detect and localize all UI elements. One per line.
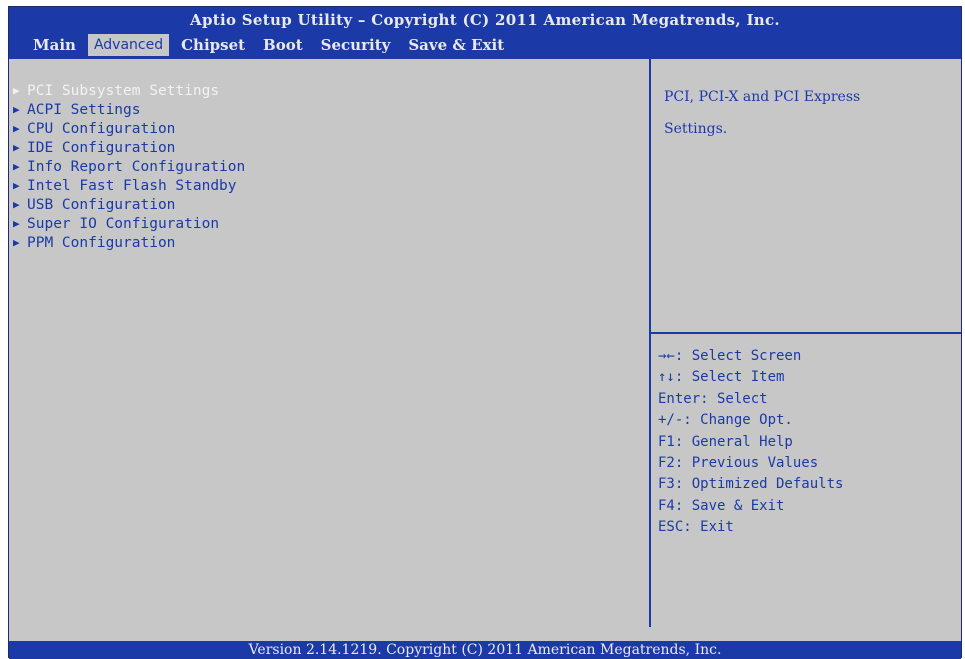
menu-item-super-io-configuration[interactable]: ▶ Super IO Configuration — [13, 214, 245, 233]
menu-item-label: PCI Subsystem Settings — [27, 82, 220, 99]
submenu-arrow-icon: ▶ — [13, 103, 20, 116]
key-hint-general-help: F1: General Help — [658, 433, 793, 450]
submenu-arrow-icon: ▶ — [13, 236, 20, 249]
tab-main[interactable]: Main — [27, 34, 82, 56]
menu-item-acpi-settings[interactable]: ▶ ACPI Settings — [13, 100, 245, 119]
key-hint-change-opt: +/-: Change Opt. — [658, 412, 793, 429]
version-text: Version 2.14.1219. Copyright (C) 2011 Am… — [248, 642, 722, 658]
tab-boot[interactable]: Boot — [257, 34, 309, 56]
menu-item-label: Info Report Configuration — [27, 158, 246, 175]
help-text: PCI, PCI-X and PCI Express Settings. — [664, 81, 954, 145]
header-bar: Aptio Setup Utility – Copyright (C) 2011… — [9, 7, 961, 59]
menu-item-label: Super IO Configuration — [27, 215, 220, 232]
menu-item-pci-subsystem-settings[interactable]: ▶ PCI Subsystem Settings — [13, 81, 245, 100]
submenu-arrow-icon: ▶ — [13, 198, 20, 211]
key-hint-save-exit: F4: Save & Exit — [658, 497, 785, 514]
key-hint-select-item: ↑↓: Select Item — [658, 369, 785, 386]
menu-item-label: IDE Configuration — [27, 139, 176, 156]
menu-item-label: ACPI Settings — [27, 101, 141, 118]
top-menu: Main Advanced Chipset Boot Security Save… — [27, 34, 516, 56]
bios-frame: Aptio Setup Utility – Copyright (C) 2011… — [8, 6, 962, 659]
menu-item-intel-fast-flash-standby[interactable]: ▶ Intel Fast Flash Standby — [13, 176, 245, 195]
menu-item-ide-configuration[interactable]: ▶ IDE Configuration — [13, 138, 245, 157]
submenu-arrow-icon: ▶ — [13, 179, 20, 192]
tab-save-exit[interactable]: Save & Exit — [402, 34, 510, 56]
menu-item-ppm-configuration[interactable]: ▶ PPM Configuration — [13, 233, 245, 252]
submenu-arrow-icon: ▶ — [13, 122, 20, 135]
key-legend: →←: Select Screen ↑↓: Select Item Enter:… — [658, 348, 843, 541]
menu-item-cpu-configuration[interactable]: ▶ CPU Configuration — [13, 119, 245, 138]
help-divider — [651, 332, 961, 334]
tab-advanced[interactable]: Advanced — [87, 34, 170, 56]
footer-bar: Version 2.14.1219. Copyright (C) 2011 Am… — [9, 641, 961, 659]
tab-chipset[interactable]: Chipset — [175, 34, 251, 56]
key-hint-optimized-defaults: F3: Optimized Defaults — [658, 476, 844, 493]
help-panel: PCI, PCI-X and PCI Express Settings. →←:… — [651, 59, 961, 627]
menu-item-label: USB Configuration — [27, 196, 176, 213]
menu-item-label: CPU Configuration — [27, 120, 176, 137]
submenu-arrow-icon: ▶ — [13, 217, 20, 230]
menu-panel: ▶ PCI Subsystem Settings ▶ ACPI Settings… — [9, 59, 651, 627]
menu-list: ▶ PCI Subsystem Settings ▶ ACPI Settings… — [13, 81, 245, 252]
key-hint-esc-exit: ESC: Exit — [658, 519, 734, 536]
submenu-arrow-icon: ▶ — [13, 84, 20, 97]
menu-item-label: Intel Fast Flash Standby — [27, 177, 237, 194]
menu-item-label: PPM Configuration — [27, 234, 176, 251]
submenu-arrow-icon: ▶ — [13, 160, 20, 173]
submenu-arrow-icon: ▶ — [13, 141, 20, 154]
key-hint-select-screen: →←: Select Screen — [658, 348, 802, 364]
window-title: Aptio Setup Utility – Copyright (C) 2011… — [190, 11, 780, 29]
help-line: PCI, PCI-X and PCI Express — [664, 89, 861, 105]
footer: Version 2.14.1219. Copyright (C) 2011 Am… — [9, 627, 961, 659]
menu-item-info-report-configuration[interactable]: ▶ Info Report Configuration — [13, 157, 245, 176]
key-hint-enter-select: Enter: Select — [658, 390, 768, 407]
tab-security[interactable]: Security — [315, 34, 397, 56]
help-line: Settings. — [664, 121, 728, 137]
key-hint-previous-values: F2: Previous Values — [658, 454, 819, 471]
menu-item-usb-configuration[interactable]: ▶ USB Configuration — [13, 195, 245, 214]
